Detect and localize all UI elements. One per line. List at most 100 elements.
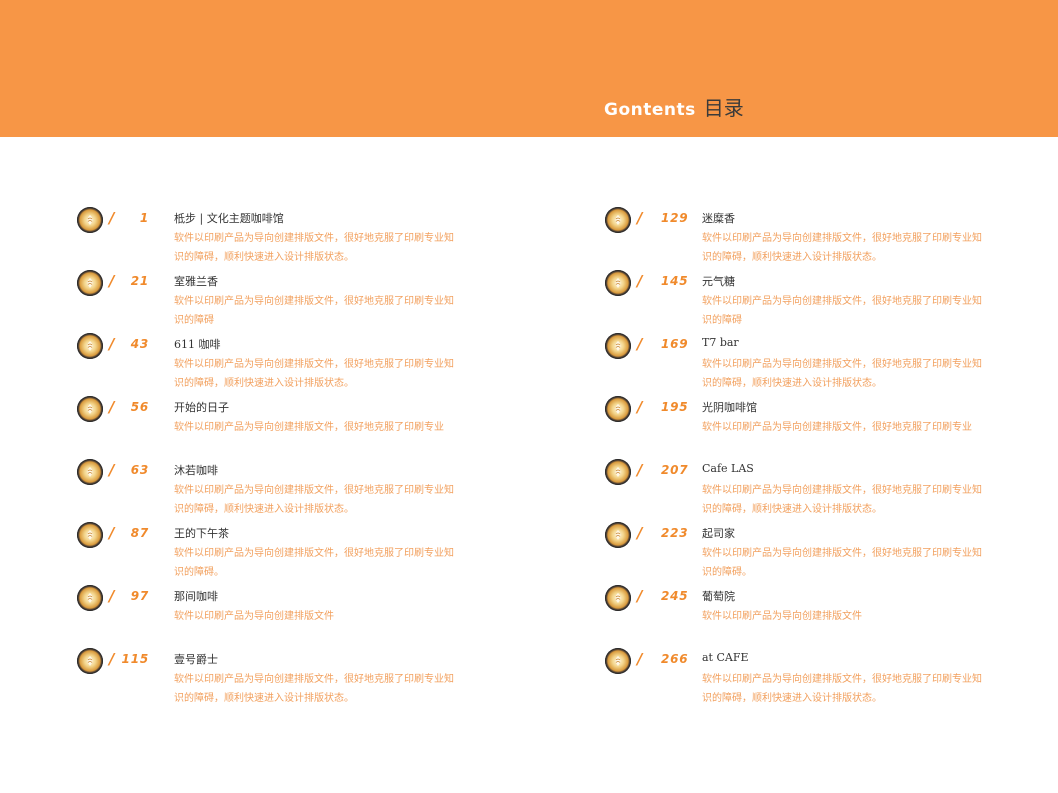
page-separator: / — [109, 398, 115, 416]
coffee-cup-icon — [605, 585, 631, 611]
header-banner — [0, 0, 1058, 137]
entry-title: 室雅兰香 — [174, 275, 218, 288]
entry-description: 软件以印刷产品为导向创建排版文件，很好地克服了印刷专业 — [174, 422, 444, 433]
page-separator: / — [637, 209, 643, 227]
page-separator: / — [637, 335, 643, 353]
entry-description: 软件以印刷产品为导向创建排版文件 — [702, 611, 862, 622]
coffee-cup-icon — [77, 333, 103, 359]
contents-title: Gontents 目录 — [604, 92, 744, 120]
page-separator: / — [109, 209, 115, 227]
entry-title: 沐若咖啡 — [174, 464, 218, 477]
coffee-cup-icon — [77, 270, 103, 296]
toc-entry[interactable]: / 169 T7 bar 软件以印刷产品为导向创建排版文件，很好地克服了印刷专业知识的… — [605, 333, 1025, 393]
page-number: 207 — [661, 463, 689, 477]
page-separator: / — [109, 524, 115, 542]
page-number: 97 — [130, 589, 149, 603]
coffee-cup-icon — [77, 585, 103, 611]
entry-title: 那间咖啡 — [174, 590, 218, 603]
entry-description: 软件以印刷产品为导向创建排版文件，很好地克服了印刷专业知识的障碍，顺利快速进入设… — [174, 359, 454, 389]
entry-title: 迷糜香 — [702, 212, 735, 225]
page-separator: / — [637, 398, 643, 416]
page-number: 115 — [121, 652, 149, 666]
entry-description: 软件以印刷产品为导向创建排版文件，很好地克服了印刷专业知识的障碍，顺利快速进入设… — [174, 674, 454, 704]
entry-title: T7 bar — [702, 336, 739, 349]
toc-entry[interactable]: / 223 起司家软件以印刷产品为导向创建排版文件，很好地克服了印刷专业知识的障碍。 — [605, 522, 1025, 582]
coffee-cup-icon — [605, 648, 631, 674]
toc-entry[interactable]: / 43 611 咖啡软件以印刷产品为导向创建排版文件，很好地克服了印刷专业知识的障… — [77, 333, 497, 393]
coffee-cup-icon — [605, 333, 631, 359]
entry-title: Cafe LAS — [702, 462, 754, 475]
page-separator: / — [637, 524, 643, 542]
entry-description: 软件以印刷产品为导向创建排版文件，很好地克服了印刷专业知识的障碍 — [702, 296, 982, 326]
entry-description: 软件以印刷产品为导向创建排版文件，很好地克服了印刷专业知识的障碍。 — [702, 548, 982, 578]
page-number: 87 — [130, 526, 149, 540]
page-separator: / — [109, 335, 115, 353]
coffee-cup-icon — [605, 270, 631, 296]
page-separator: / — [637, 587, 643, 605]
contents-title-en: Gontents — [604, 100, 696, 120]
toc-entry[interactable]: / 21 室雅兰香软件以印刷产品为导向创建排版文件，很好地克服了印刷专业知识的障碍 — [77, 270, 497, 330]
entry-description: 软件以印刷产品为导向创建排版文件，很好地克服了印刷专业知识的障碍，顺利快速进入设… — [174, 233, 454, 263]
page-separator: / — [109, 272, 115, 290]
coffee-cup-icon — [77, 396, 103, 422]
coffee-cup-icon — [605, 207, 631, 233]
entry-title: 葡萄院 — [702, 590, 735, 603]
toc-entry[interactable]: / 266 at CAFE 软件以印刷产品为导向创建排版文件，很好地克服了印刷专业知识… — [605, 648, 1025, 708]
entry-description: 软件以印刷产品为导向创建排版文件，很好地克服了印刷专业知识的障碍，顺利快速进入设… — [702, 485, 982, 515]
entry-title: 元气糖 — [702, 275, 735, 288]
entry-description: 软件以印刷产品为导向创建排版文件，很好地克服了印刷专业知识的障碍，顺利快速进入设… — [174, 485, 454, 515]
page-number: 21 — [130, 274, 149, 288]
page-number: 266 — [661, 652, 689, 666]
page-separator: / — [109, 650, 115, 668]
page-number: 145 — [661, 274, 689, 288]
entry-description: 软件以印刷产品为导向创建排版文件，很好地克服了印刷专业 — [702, 422, 972, 433]
entry-description: 软件以印刷产品为导向创建排版文件，很好地克服了印刷专业知识的障碍。 — [174, 548, 454, 578]
toc-entry[interactable]: / 207 Cafe LAS 软件以印刷产品为导向创建排版文件，很好地克服了印刷专业知… — [605, 459, 1025, 519]
entry-title: 起司家 — [702, 527, 735, 540]
toc-entry[interactable]: / 87 王的下午茶软件以印刷产品为导向创建排版文件，很好地克服了印刷专业知识的障碍… — [77, 522, 497, 582]
page-separator: / — [109, 587, 115, 605]
page-separator: / — [637, 461, 643, 479]
toc-entry[interactable]: / 195 光阴咖啡馆软件以印刷产品为导向创建排版文件，很好地克服了印刷专业 — [605, 396, 1025, 456]
coffee-cup-icon — [605, 459, 631, 485]
page-separator: / — [637, 650, 643, 668]
entry-title: at CAFE — [702, 651, 749, 664]
entry-description: 软件以印刷产品为导向创建排版文件，很好地克服了印刷专业知识的障碍 — [174, 296, 454, 326]
coffee-cup-icon — [77, 648, 103, 674]
entry-title: 柢步 | 文化主题咖啡馆 — [174, 212, 284, 225]
page-number: 223 — [661, 526, 689, 540]
page-number: 63 — [130, 463, 149, 477]
coffee-cup-icon — [77, 459, 103, 485]
entry-title: 611 咖啡 — [174, 338, 221, 351]
entry-description: 软件以印刷产品为导向创建排版文件 — [174, 611, 334, 622]
coffee-cup-icon — [605, 396, 631, 422]
toc-entry[interactable]: / 129 迷糜香软件以印刷产品为导向创建排版文件，很好地克服了印刷专业知识的障碍，… — [605, 207, 1025, 267]
toc-entry[interactable]: / 145 元气糖软件以印刷产品为导向创建排版文件，很好地克服了印刷专业知识的障碍 — [605, 270, 1025, 330]
page-number: 1 — [139, 211, 149, 225]
toc-entry[interactable]: / 56 开始的日子软件以印刷产品为导向创建排版文件，很好地克服了印刷专业 — [77, 396, 497, 456]
page-number: 245 — [661, 589, 689, 603]
page-number: 195 — [661, 400, 689, 414]
page-number: 129 — [661, 211, 689, 225]
page-separator: / — [637, 272, 643, 290]
entry-title: 开始的日子 — [174, 401, 229, 414]
entry-title: 壹号爵士 — [174, 653, 218, 666]
toc-entry[interactable]: / 115 壹号爵士软件以印刷产品为导向创建排版文件，很好地克服了印刷专业知识的障碍… — [77, 648, 497, 708]
page-number: 169 — [661, 337, 689, 351]
entry-description: 软件以印刷产品为导向创建排版文件，很好地克服了印刷专业知识的障碍，顺利快速进入设… — [702, 233, 982, 263]
coffee-cup-icon — [77, 522, 103, 548]
toc-entry[interactable]: / 97 那间咖啡软件以印刷产品为导向创建排版文件 — [77, 585, 497, 645]
entry-description: 软件以印刷产品为导向创建排版文件，很好地克服了印刷专业知识的障碍，顺利快速进入设… — [702, 674, 982, 704]
page-separator: / — [109, 461, 115, 479]
coffee-cup-icon — [77, 207, 103, 233]
entry-title: 王的下午茶 — [174, 527, 229, 540]
entry-title: 光阴咖啡馆 — [702, 401, 757, 414]
entry-description: 软件以印刷产品为导向创建排版文件，很好地克服了印刷专业知识的障碍，顺利快速进入设… — [702, 359, 982, 389]
page-number: 43 — [130, 337, 149, 351]
page-number: 56 — [130, 400, 149, 414]
contents-title-zh: 目录 — [703, 96, 744, 120]
coffee-cup-icon — [605, 522, 631, 548]
toc-entry[interactable]: / 63 沐若咖啡软件以印刷产品为导向创建排版文件，很好地克服了印刷专业知识的障碍，… — [77, 459, 497, 519]
toc-entry[interactable]: / 245 葡萄院软件以印刷产品为导向创建排版文件 — [605, 585, 1025, 645]
toc-entry[interactable]: / 1 柢步 | 文化主题咖啡馆软件以印刷产品为导向创建排版文件，很好地克服了印刷专… — [77, 207, 497, 267]
